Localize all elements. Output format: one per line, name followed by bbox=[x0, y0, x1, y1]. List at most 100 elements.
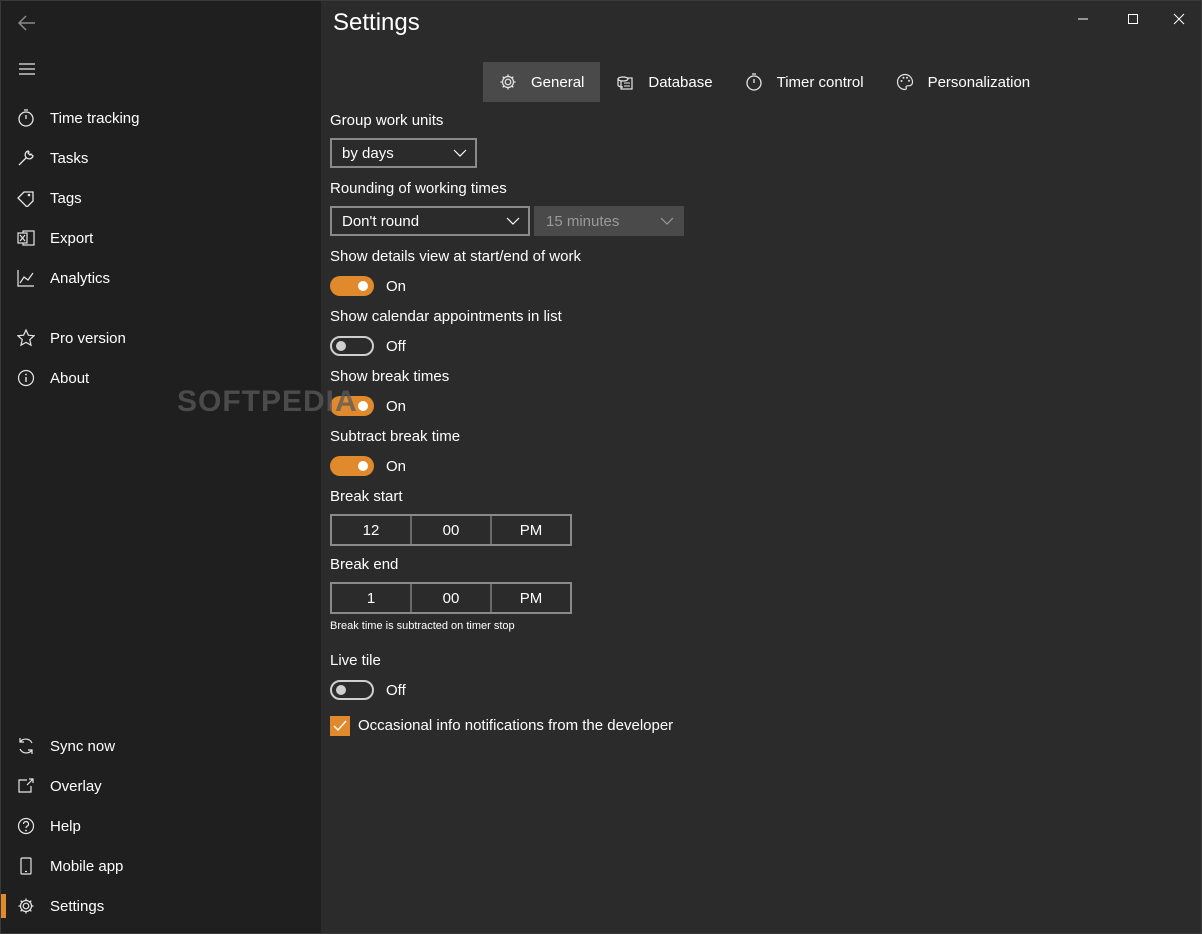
break-times-label: Show break times bbox=[330, 368, 450, 385]
checkmark-icon bbox=[333, 720, 347, 732]
stopwatch-icon bbox=[15, 107, 37, 129]
sidebar-item-help[interactable]: Help bbox=[1, 806, 321, 846]
chevron-down-icon bbox=[660, 217, 674, 225]
excel-icon bbox=[15, 227, 37, 249]
sidebar-item-pro-version[interactable]: Pro version bbox=[1, 318, 321, 358]
live-tile-toggle[interactable] bbox=[330, 680, 374, 700]
back-button[interactable] bbox=[13, 9, 41, 37]
group-work-units-select[interactable]: by days bbox=[330, 138, 477, 168]
sidebar-item-label: Help bbox=[50, 817, 81, 835]
gear-icon bbox=[15, 895, 37, 917]
rounding-interval-value: 15 minutes bbox=[546, 212, 620, 230]
rounding-select[interactable]: Don't round bbox=[330, 206, 530, 236]
subtract-break-toggle[interactable] bbox=[330, 456, 374, 476]
sidebar-item-label: About bbox=[50, 369, 90, 387]
notifications-checkbox[interactable] bbox=[330, 716, 350, 736]
minimize-button[interactable] bbox=[1060, 5, 1106, 33]
sidebar-item-sync-now[interactable]: Sync now bbox=[1, 726, 321, 766]
tab-personalization[interactable]: Personalization bbox=[880, 62, 1047, 102]
back-arrow-icon bbox=[18, 15, 35, 31]
sidebar: Time tracking Tasks Tags Export Analytic… bbox=[1, 1, 321, 933]
app-window: Time tracking Tasks Tags Export Analytic… bbox=[0, 0, 1202, 934]
stopwatch-icon bbox=[745, 73, 763, 91]
sidebar-item-tags[interactable]: Tags bbox=[1, 178, 321, 218]
sidebar-item-overlay[interactable]: Overlay bbox=[1, 766, 321, 806]
calendar-appointments-state: Off bbox=[386, 338, 406, 355]
details-view-toggle[interactable] bbox=[330, 276, 374, 296]
sidebar-item-label: Pro version bbox=[50, 329, 126, 347]
hamburger-menu-button[interactable] bbox=[13, 55, 41, 83]
help-icon bbox=[15, 815, 37, 837]
notifications-label: Occasional info notifications from the d… bbox=[358, 717, 674, 734]
settings-tabs: General Database Timer control Personali… bbox=[483, 62, 1046, 102]
tag-icon bbox=[15, 187, 37, 209]
star-icon bbox=[15, 327, 37, 349]
phone-icon bbox=[15, 855, 37, 877]
sidebar-item-tasks[interactable]: Tasks bbox=[1, 138, 321, 178]
sidebar-item-settings[interactable]: Settings bbox=[1, 886, 321, 926]
main-content: Settings General Database Timer control … bbox=[321, 1, 1201, 933]
sidebar-item-label: Mobile app bbox=[50, 857, 124, 875]
break-start-time-picker[interactable]: 12 00 PM bbox=[330, 514, 572, 546]
minimize-icon bbox=[1078, 18, 1088, 20]
sidebar-item-label: Time tracking bbox=[50, 109, 140, 127]
page-title: Settings bbox=[333, 9, 420, 36]
chart-icon bbox=[15, 267, 37, 289]
break-end-minute[interactable]: 00 bbox=[410, 584, 490, 612]
sidebar-item-label: Settings bbox=[50, 897, 105, 915]
overlay-icon bbox=[15, 775, 37, 797]
close-button[interactable] bbox=[1156, 5, 1202, 33]
break-start-minute[interactable]: 00 bbox=[410, 516, 490, 544]
sidebar-item-label: Tasks bbox=[50, 149, 89, 167]
database-icon bbox=[616, 73, 634, 91]
break-end-time-picker[interactable]: 1 00 PM bbox=[330, 582, 572, 614]
sidebar-item-label: Analytics bbox=[50, 269, 111, 287]
chevron-down-icon bbox=[453, 149, 467, 157]
tab-general[interactable]: General bbox=[483, 62, 601, 102]
maximize-icon bbox=[1128, 14, 1138, 24]
sidebar-item-export[interactable]: Export bbox=[1, 218, 321, 258]
calendar-appointments-label: Show calendar appointments in list bbox=[330, 308, 562, 325]
subtract-break-label: Subtract break time bbox=[330, 428, 461, 445]
tab-label: Database bbox=[648, 73, 713, 91]
break-start-hour[interactable]: 12 bbox=[332, 516, 410, 544]
sidebar-item-label: Overlay bbox=[50, 777, 102, 795]
break-start-label: Break start bbox=[330, 488, 403, 505]
break-end-label: Break end bbox=[330, 556, 399, 573]
rounding-value: Don't round bbox=[342, 212, 420, 230]
calendar-appointments-toggle[interactable] bbox=[330, 336, 374, 356]
rounding-interval-select[interactable]: 15 minutes bbox=[534, 206, 684, 236]
break-note: Break time is subtracted on timer stop bbox=[330, 620, 515, 632]
rounding-label: Rounding of working times bbox=[330, 180, 507, 197]
details-view-label: Show details view at start/end of work bbox=[330, 248, 581, 265]
break-end-period[interactable]: PM bbox=[490, 584, 570, 612]
info-icon bbox=[15, 367, 37, 389]
details-view-state: On bbox=[386, 278, 407, 295]
sidebar-item-mobile-app[interactable]: Mobile app bbox=[1, 846, 321, 886]
sidebar-item-time-tracking[interactable]: Time tracking bbox=[1, 98, 321, 138]
sidebar-item-label: Sync now bbox=[50, 737, 116, 755]
softpedia-watermark: SOFTPEDIA bbox=[177, 385, 358, 418]
tab-label: General bbox=[531, 73, 585, 91]
sidebar-item-label: Export bbox=[50, 229, 94, 247]
sidebar-item-analytics[interactable]: Analytics bbox=[1, 258, 321, 298]
chevron-down-icon bbox=[506, 217, 520, 225]
tab-database[interactable]: Database bbox=[600, 62, 728, 102]
break-times-state: On bbox=[386, 398, 407, 415]
group-work-units-value: by days bbox=[342, 144, 394, 162]
live-tile-label: Live tile bbox=[330, 652, 381, 669]
sidebar-item-label: Tags bbox=[50, 189, 82, 207]
break-end-hour[interactable]: 1 bbox=[332, 584, 410, 612]
wrench-icon bbox=[15, 147, 37, 169]
gear-icon bbox=[499, 73, 517, 91]
break-start-period[interactable]: PM bbox=[490, 516, 570, 544]
group-work-units-label: Group work units bbox=[330, 112, 444, 129]
tab-timer-control[interactable]: Timer control bbox=[729, 62, 880, 102]
subtract-break-state: On bbox=[386, 458, 407, 475]
live-tile-state: Off bbox=[386, 682, 406, 699]
close-icon bbox=[1173, 13, 1185, 25]
palette-icon bbox=[896, 73, 914, 91]
maximize-button[interactable] bbox=[1110, 5, 1156, 33]
hamburger-icon bbox=[19, 63, 35, 75]
tab-label: Personalization bbox=[927, 73, 1031, 91]
